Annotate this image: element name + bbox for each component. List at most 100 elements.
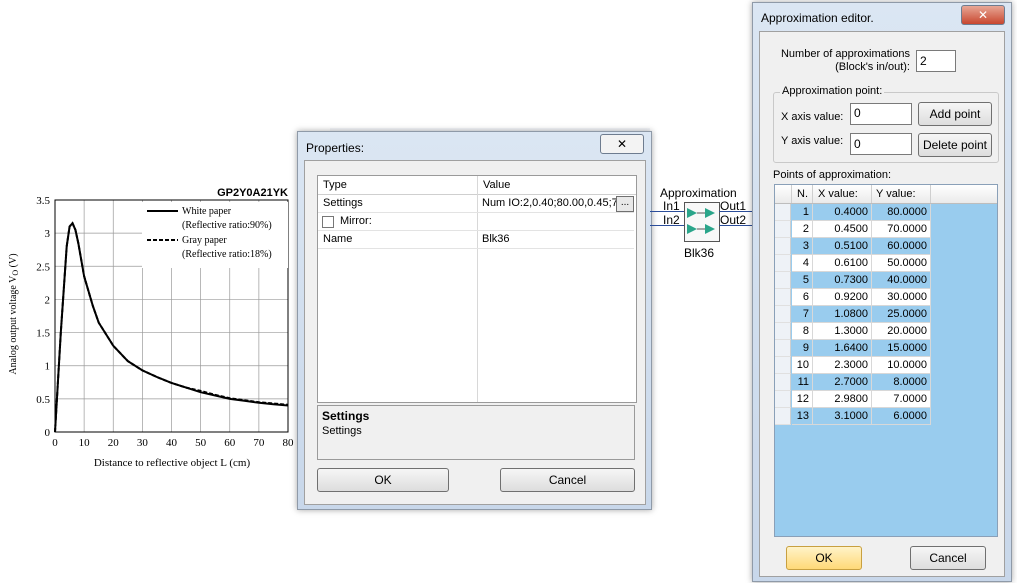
table-row[interactable]: 3 0.5100 60.0000	[775, 238, 931, 255]
cell-n[interactable]: 12	[792, 391, 813, 408]
cell-x[interactable]: 2.7000	[813, 374, 872, 391]
col-divider-2	[871, 185, 872, 203]
cell-y[interactable]: 8.0000	[872, 374, 931, 391]
cell-n[interactable]: 6	[792, 289, 813, 306]
cell-n[interactable]: 13	[792, 408, 813, 425]
cell-x[interactable]: 1.0800	[813, 306, 872, 323]
table-row[interactable]: 2 0.4500 70.0000	[775, 221, 931, 238]
table-row[interactable]: 6 0.9200 30.0000	[775, 289, 931, 306]
row-header-cell[interactable]	[775, 204, 791, 221]
cell-y[interactable]: 10.0000	[872, 357, 931, 374]
num-approx-label-line2: (Block's in/out):	[835, 61, 910, 73]
cell-x[interactable]: 3.1000	[813, 408, 872, 425]
table-row[interactable]: 11 2.7000 8.0000	[775, 374, 931, 391]
approx-title: Approximation editor.	[761, 11, 874, 25]
table-row[interactable]: 10 2.3000 10.0000	[775, 357, 931, 374]
cell-n[interactable]: 1	[792, 204, 813, 221]
row-header-cell[interactable]	[775, 357, 791, 374]
add-point-label: Add point	[929, 107, 981, 121]
cell-x[interactable]: 0.4000	[813, 204, 872, 221]
table-row[interactable]: 5 0.7300 40.0000	[775, 272, 931, 289]
add-point-button[interactable]: Add point	[918, 102, 992, 126]
cell-n[interactable]: 5	[792, 272, 813, 289]
cell-x[interactable]: 1.3000	[813, 323, 872, 340]
num-approx-input[interactable]: 2	[916, 50, 956, 72]
cell-n[interactable]: 4	[792, 255, 813, 272]
row-header-cell[interactable]	[775, 306, 791, 323]
cell-y[interactable]: 7.0000	[872, 391, 931, 408]
table-row[interactable]: 12 2.9800 7.0000	[775, 391, 931, 408]
wire-out2[interactable]	[719, 225, 755, 226]
row-header-cell[interactable]	[775, 408, 791, 425]
cell-y[interactable]: 40.0000	[872, 272, 931, 289]
cell-x[interactable]: 1.6400	[813, 340, 872, 357]
table-row[interactable]: 4 0.6100 50.0000	[775, 255, 931, 272]
property-row-name[interactable]: Name Blk36	[318, 231, 634, 249]
properties-close-button[interactable]: ✕	[600, 134, 644, 154]
property-row-settings[interactable]: Settings Num IO:2,0.40;80.00,0.45;70 ...	[318, 195, 634, 213]
cell-n[interactable]: 3	[792, 238, 813, 255]
cell-x[interactable]: 0.5100	[813, 238, 872, 255]
cell-y[interactable]: 30.0000	[872, 289, 931, 306]
cell-n[interactable]: 11	[792, 374, 813, 391]
cell-x[interactable]: 0.9200	[813, 289, 872, 306]
x-axis-input[interactable]: 0	[850, 103, 912, 125]
row-header-cell[interactable]	[775, 255, 791, 272]
cell-n[interactable]: 10	[792, 357, 813, 374]
cell-y[interactable]: 15.0000	[872, 340, 931, 357]
y-tick-label: 0	[45, 427, 51, 439]
block-body[interactable]	[684, 202, 720, 242]
x-tick-label: 0	[52, 437, 58, 449]
table-row[interactable]: 7 1.0800 25.0000	[775, 306, 931, 323]
row-header-cell[interactable]	[775, 391, 791, 408]
cell-y[interactable]: 20.0000	[872, 323, 931, 340]
y-axis-input[interactable]: 0	[850, 133, 912, 155]
cell-y[interactable]: 70.0000	[872, 221, 931, 238]
y-tick-label: 0.5	[36, 394, 50, 406]
row-header-cell[interactable]	[775, 374, 791, 391]
cell-y[interactable]: 6.0000	[872, 408, 931, 425]
mirror-checkbox[interactable]	[322, 216, 334, 228]
table-row[interactable]: 9 1.6400 15.0000	[775, 340, 931, 357]
properties-cancel-button[interactable]: Cancel	[500, 468, 635, 492]
cell-x[interactable]: 0.4500	[813, 221, 872, 238]
row-header-cell[interactable]	[775, 323, 791, 340]
row-header-cell[interactable]	[775, 238, 791, 255]
cell-y[interactable]: 50.0000	[872, 255, 931, 272]
y-tick-label: 3.5	[36, 195, 50, 207]
cell-y[interactable]: 25.0000	[872, 306, 931, 323]
approx-close-button[interactable]: ✕	[961, 5, 1005, 25]
cell-n[interactable]: 7	[792, 306, 813, 323]
cell-n[interactable]: 8	[792, 323, 813, 340]
points-table[interactable]: N. X value: Y value: 1 0.4000 80.0000 2 0.45…	[774, 184, 998, 537]
table-row[interactable]: 8 1.3000 20.0000	[775, 323, 931, 340]
settings-ellipsis-button[interactable]: ...	[616, 196, 634, 212]
wire-out1[interactable]	[719, 211, 755, 212]
approx-cancel-button[interactable]: Cancel	[910, 546, 986, 570]
properties-ok-button[interactable]: OK	[317, 468, 449, 492]
cell-x[interactable]: 2.3000	[813, 357, 872, 374]
cell-x[interactable]: 2.9800	[813, 391, 872, 408]
table-row[interactable]: 1 0.4000 80.0000	[775, 204, 931, 221]
row-header-cell[interactable]	[775, 340, 791, 357]
cell-y[interactable]: 80.0000	[872, 204, 931, 221]
wire-in2[interactable]	[650, 225, 684, 226]
cell-y[interactable]: 60.0000	[872, 238, 931, 255]
approx-ok-button[interactable]: OK	[786, 546, 862, 570]
approximation-block[interactable]: Approximation In1 In2 Out1 Out2 Blk36	[655, 184, 755, 264]
close-icon: ✕	[977, 8, 989, 22]
table-row[interactable]: 13 3.1000 6.0000	[775, 408, 931, 425]
chart-xlabel: Distance to reflective object L (cm)	[94, 457, 251, 469]
cell-x[interactable]: 0.7300	[813, 272, 872, 289]
cell-n[interactable]: 2	[792, 221, 813, 238]
row-header-cell[interactable]	[775, 272, 791, 289]
chart-ylabel: Analog output voltage VO (V)	[8, 253, 20, 374]
row-header-cell[interactable]	[775, 221, 791, 238]
property-row-mirror[interactable]: Mirror:	[318, 213, 634, 231]
wire-in1[interactable]	[650, 211, 684, 212]
delete-point-button[interactable]: Delete point	[918, 133, 992, 157]
row-header-cell[interactable]	[775, 289, 791, 306]
cell-x[interactable]: 0.6100	[813, 255, 872, 272]
cell-n[interactable]: 9	[792, 340, 813, 357]
block-name-label: Blk36	[684, 246, 715, 260]
